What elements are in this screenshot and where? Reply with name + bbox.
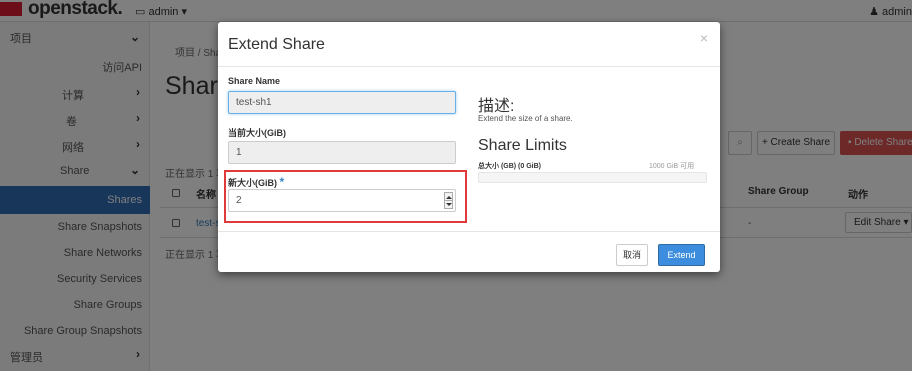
- limits-available: 1000 GiB 可用: [649, 163, 695, 170]
- number-stepper[interactable]: [444, 192, 453, 209]
- new-size-label: 新大小(GiB) *: [228, 175, 285, 189]
- extend-share-modal: Extend Share × Share Name test-sh1 当前大小(…: [218, 22, 720, 272]
- description-heading: 描述:: [478, 98, 515, 115]
- limits-heading: Share Limits: [478, 137, 567, 154]
- new-size-input[interactable]: 2: [228, 189, 456, 212]
- decrement-icon[interactable]: [446, 203, 452, 206]
- modal-title: Extend Share: [228, 36, 325, 53]
- increment-icon[interactable]: [446, 196, 452, 199]
- extend-button[interactable]: Extend: [658, 244, 705, 266]
- current-size-label: 当前大小(GiB): [228, 128, 286, 138]
- cancel-button[interactable]: 取消: [616, 244, 648, 266]
- modal-header: Extend Share ×: [218, 22, 720, 67]
- limits-total-label: 总大小 (GB) (0 GiB): [478, 163, 541, 170]
- description-text: Extend the size of a share.: [478, 114, 573, 123]
- share-name-input[interactable]: test-sh1: [228, 91, 456, 114]
- share-name-label: Share Name: [228, 76, 281, 86]
- modal-footer-divider: [218, 231, 720, 232]
- limits-progress-bar: [478, 172, 707, 183]
- current-size-input: 1: [228, 141, 456, 164]
- required-mark: *: [279, 175, 285, 189]
- close-icon[interactable]: ×: [700, 30, 708, 46]
